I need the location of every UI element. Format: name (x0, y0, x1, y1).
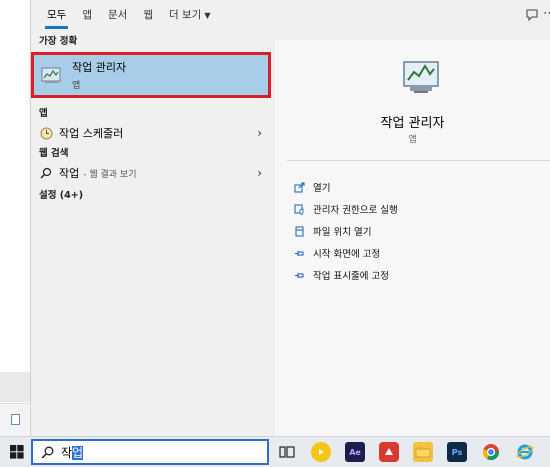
search-query: 작업 (61, 444, 84, 461)
action-open-file-location[interactable]: 파일 위치 열기 (293, 220, 398, 242)
action-pin-to-start[interactable]: 시작 화면에 고정 (293, 242, 398, 264)
internet-explorer-icon[interactable] (515, 442, 535, 462)
best-match-item[interactable]: 작업 관리자 앱 (31, 52, 271, 98)
list-item-task-scheduler[interactable]: 작업 스케줄러 › (31, 122, 274, 144)
file-explorer-icon[interactable] (413, 442, 433, 462)
detail-pane: 작업 관리자 앱 열기 관리자 권한으로 실행 파일 위치 열기 시작 화면에 … (275, 40, 550, 436)
tab-all[interactable]: 모두 (39, 0, 74, 30)
task-manager-icon (403, 61, 439, 93)
task-manager-icon (41, 67, 61, 83)
section-label-best-match: 가장 정확 (39, 36, 78, 47)
divider (287, 160, 550, 161)
more-options-button[interactable]: ⋯ (543, 6, 550, 24)
photoshop-label: Ps (451, 447, 463, 457)
action-pin-to-taskbar[interactable]: 작업 표시줄에 고정 (293, 264, 398, 286)
list-item-label: 작업 스케줄러 (59, 127, 124, 140)
chevron-right-icon[interactable]: › (257, 126, 262, 140)
chevron-right-icon[interactable]: › (257, 166, 262, 180)
feedback-button[interactable] (523, 6, 541, 24)
results-list: 가장 정확 작업 관리자 앱 앱 작업 스케줄러 › 웹 검색 작업 - 웹 결… (31, 34, 274, 436)
search-query-selection: 업 (72, 445, 84, 460)
section-label-web: 웹 검색 (39, 148, 69, 159)
action-open[interactable]: 열기 (293, 176, 398, 198)
list-item-label: 작업 (59, 167, 80, 180)
action-label: 관리자 권한으로 실행 (313, 205, 398, 216)
open-icon (293, 181, 305, 193)
shield-icon (293, 203, 305, 215)
list-item-sublabel: - 웹 결과 보기 (83, 169, 137, 180)
search-icon (41, 446, 54, 459)
desktop-strip (0, 372, 30, 402)
windows-start-icon[interactable] (10, 445, 24, 459)
action-label: 파일 위치 열기 (313, 227, 372, 238)
after-effects-icon[interactable]: Ae (345, 442, 365, 462)
chevron-down-icon: ▼ (204, 11, 211, 20)
best-match-title: 작업 관리자 (72, 61, 127, 74)
section-label-settings[interactable]: 설정 (4+) (31, 188, 274, 204)
section-label-apps: 앱 (39, 108, 48, 119)
detail-subtitle: 앱 (408, 135, 417, 145)
desktop-background (0, 0, 30, 436)
best-match-subtitle: 앱 (72, 81, 81, 91)
tab-web[interactable]: 웹 (135, 0, 161, 30)
taskbar: 작업 Ae Ps (0, 436, 550, 467)
clock-icon (39, 126, 53, 140)
taskbar-search-input[interactable]: 작업 (31, 439, 269, 465)
action-label: 열기 (313, 183, 331, 194)
tab-more-label: 더 보기 (169, 9, 202, 21)
task-view-icon[interactable] (277, 442, 297, 462)
photoshop-icon[interactable]: Ps (447, 442, 467, 462)
pin-icon (293, 269, 305, 281)
tab-documents[interactable]: 문서 (100, 0, 135, 30)
action-label: 시작 화면에 고정 (313, 249, 381, 260)
kakaotalk-icon[interactable] (311, 442, 331, 462)
action-run-as-admin[interactable]: 관리자 권한으로 실행 (293, 198, 398, 220)
detail-title: 작업 관리자 (380, 116, 445, 131)
file-location-icon (293, 225, 305, 237)
start-search-panel: 모두 앱 문서 웹 더 보기 ▼ ⋯ 가장 정확 작업 관리자 앱 앱 작업 스… (30, 0, 550, 436)
list-item-web-search[interactable]: 작업 - 웹 결과 보기 › (31, 162, 274, 184)
search-query-text: 작 (61, 445, 73, 460)
search-icon (39, 166, 53, 180)
action-list: 열기 관리자 권한으로 실행 파일 위치 열기 시작 화면에 고정 작업 표시줄… (293, 176, 398, 286)
filter-tabs: 모두 앱 문서 웹 더 보기 ▼ ⋯ (31, 0, 550, 30)
tab-apps[interactable]: 앱 (74, 0, 100, 30)
tab-more[interactable]: 더 보기 ▼ (161, 0, 218, 30)
after-effects-label: Ae (349, 447, 361, 457)
desktop-file-icon[interactable] (11, 414, 20, 425)
chrome-icon[interactable] (481, 442, 501, 462)
action-label: 작업 표시줄에 고정 (313, 271, 389, 282)
feedback-icon (526, 9, 538, 22)
app-icon[interactable] (379, 442, 399, 462)
pin-icon (293, 247, 305, 259)
